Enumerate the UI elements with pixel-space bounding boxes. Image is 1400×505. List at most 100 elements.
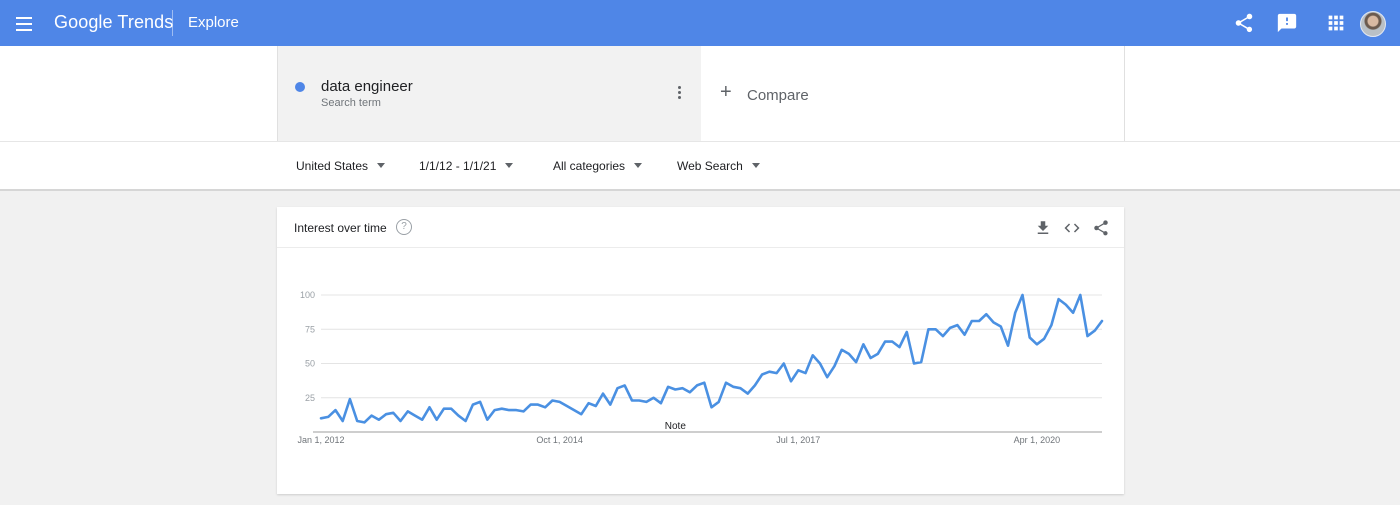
data-point[interactable]: [319, 416, 324, 421]
data-point[interactable]: [817, 361, 822, 366]
brand-logo[interactable]: Google Trends: [54, 12, 173, 33]
data-point[interactable]: [1005, 343, 1010, 348]
data-point[interactable]: [803, 371, 808, 376]
chart-note-annotation[interactable]: Note: [665, 421, 687, 432]
data-point[interactable]: [362, 420, 367, 425]
data-point[interactable]: [1092, 328, 1097, 333]
data-point[interactable]: [543, 405, 548, 410]
data-point[interactable]: [644, 399, 649, 404]
data-point[interactable]: [434, 417, 439, 422]
data-point[interactable]: [789, 379, 794, 384]
data-point[interactable]: [1034, 342, 1039, 347]
data-point[interactable]: [825, 375, 830, 380]
data-point[interactable]: [572, 408, 577, 413]
data-point[interactable]: [868, 356, 873, 361]
data-point[interactable]: [441, 406, 446, 411]
data-point[interactable]: [760, 372, 765, 377]
data-point[interactable]: [427, 405, 432, 410]
feedback-icon[interactable]: [1276, 12, 1298, 34]
data-point[interactable]: [948, 325, 953, 330]
data-point[interactable]: [919, 360, 924, 365]
data-point[interactable]: [629, 398, 634, 403]
data-point[interactable]: [651, 395, 656, 400]
data-point[interactable]: [391, 410, 396, 415]
data-point[interactable]: [904, 329, 909, 334]
data-point[interactable]: [550, 398, 555, 403]
data-point[interactable]: [731, 384, 736, 389]
data-point[interactable]: [969, 319, 974, 324]
data-point[interactable]: [709, 405, 714, 410]
data-point[interactable]: [955, 323, 960, 328]
data-point[interactable]: [528, 402, 533, 407]
data-point[interactable]: [666, 384, 671, 389]
search-term-name[interactable]: data engineer: [321, 78, 413, 95]
data-point[interactable]: [405, 409, 410, 414]
data-point[interactable]: [593, 403, 598, 408]
data-point[interactable]: [499, 406, 504, 411]
category-filter[interactable]: All categories: [553, 159, 643, 173]
data-point[interactable]: [579, 412, 584, 417]
data-point[interactable]: [355, 419, 360, 424]
data-point[interactable]: [384, 412, 389, 417]
data-point[interactable]: [781, 361, 786, 366]
data-point[interactable]: [738, 386, 743, 391]
data-point[interactable]: [340, 419, 345, 424]
data-point[interactable]: [1020, 293, 1025, 298]
interest-line-chart[interactable]: 25 50 75 100 Jan 1, 2012 Oct 1, 2014 Jul 1, 20…: [277, 248, 1124, 488]
data-point[interactable]: [1013, 310, 1018, 315]
compare-button[interactable]: + Compare: [701, 46, 1125, 141]
data-point[interactable]: [977, 319, 982, 324]
data-point[interactable]: [875, 351, 880, 356]
menu-icon[interactable]: [16, 14, 36, 32]
data-point[interactable]: [1049, 323, 1054, 328]
data-point[interactable]: [622, 383, 627, 388]
data-point[interactable]: [1071, 310, 1076, 315]
data-point[interactable]: [637, 398, 642, 403]
data-point[interactable]: [839, 347, 844, 352]
data-point[interactable]: [1056, 297, 1061, 302]
data-point[interactable]: [463, 419, 468, 424]
data-point[interactable]: [1085, 334, 1090, 339]
data-point[interactable]: [752, 383, 757, 388]
data-point[interactable]: [926, 327, 931, 332]
data-point[interactable]: [687, 390, 692, 395]
data-point[interactable]: [1027, 335, 1032, 340]
data-point[interactable]: [1042, 336, 1047, 341]
data-point[interactable]: [962, 332, 967, 337]
data-point[interactable]: [673, 387, 678, 392]
embed-icon[interactable]: [1063, 219, 1081, 237]
data-point[interactable]: [861, 342, 866, 347]
data-point[interactable]: [680, 386, 685, 391]
data-point[interactable]: [492, 408, 497, 413]
data-point[interactable]: [514, 408, 519, 413]
data-point[interactable]: [991, 320, 996, 325]
data-point[interactable]: [897, 345, 902, 350]
data-point[interactable]: [326, 414, 331, 419]
data-point[interactable]: [723, 380, 728, 385]
data-point[interactable]: [716, 399, 721, 404]
download-icon[interactable]: [1034, 219, 1052, 237]
chart-area[interactable]: 25 50 75 100 Jan 1, 2012 Oct 1, 2014 Jul 1, 20…: [277, 248, 1124, 488]
data-point[interactable]: [557, 399, 562, 404]
apps-icon[interactable]: [1325, 12, 1347, 34]
data-point[interactable]: [998, 324, 1003, 329]
data-point[interactable]: [535, 402, 540, 407]
data-point[interactable]: [695, 383, 700, 388]
data-point[interactable]: [601, 391, 606, 396]
data-point[interactable]: [796, 368, 801, 373]
data-point[interactable]: [369, 413, 374, 418]
data-point[interactable]: [485, 417, 490, 422]
data-point[interactable]: [854, 360, 859, 365]
data-point[interactable]: [507, 408, 512, 413]
search-term-card[interactable]: data engineer Search term: [277, 46, 703, 141]
data-point[interactable]: [1078, 293, 1083, 298]
data-point[interactable]: [846, 351, 851, 356]
data-point[interactable]: [564, 403, 569, 408]
data-point[interactable]: [586, 401, 591, 406]
data-point[interactable]: [615, 386, 620, 391]
data-point[interactable]: [478, 399, 483, 404]
data-point[interactable]: [398, 419, 403, 424]
data-point[interactable]: [449, 406, 454, 411]
data-point[interactable]: [832, 364, 837, 369]
data-point[interactable]: [333, 408, 338, 413]
